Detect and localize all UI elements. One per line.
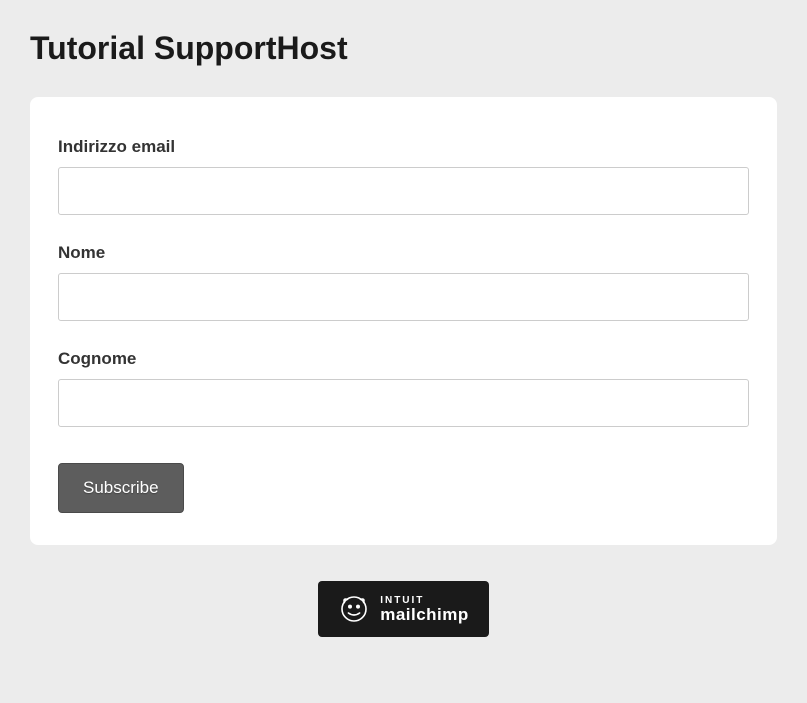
mailchimp-badge[interactable]: INTUIT mailchimp <box>318 581 489 637</box>
first-name-field-group: Nome <box>58 243 749 321</box>
subscribe-button[interactable]: Subscribe <box>58 463 184 513</box>
mailchimp-text: INTUIT mailchimp <box>380 596 469 623</box>
email-field-group: Indirizzo email <box>58 137 749 215</box>
first-name-input[interactable] <box>58 273 749 321</box>
first-name-label: Nome <box>58 243 749 263</box>
footer-badge-container: INTUIT mailchimp <box>30 581 777 637</box>
mailchimp-monkey-icon <box>338 593 370 625</box>
email-label: Indirizzo email <box>58 137 749 157</box>
page-title: Tutorial SupportHost <box>30 30 777 67</box>
last-name-label: Cognome <box>58 349 749 369</box>
last-name-field-group: Cognome <box>58 349 749 427</box>
email-input[interactable] <box>58 167 749 215</box>
last-name-input[interactable] <box>58 379 749 427</box>
signup-form-card: Indirizzo email Nome Cognome Subscribe <box>30 97 777 545</box>
mailchimp-name-label: mailchimp <box>380 606 469 623</box>
mailchimp-intuit-label: INTUIT <box>380 596 469 606</box>
